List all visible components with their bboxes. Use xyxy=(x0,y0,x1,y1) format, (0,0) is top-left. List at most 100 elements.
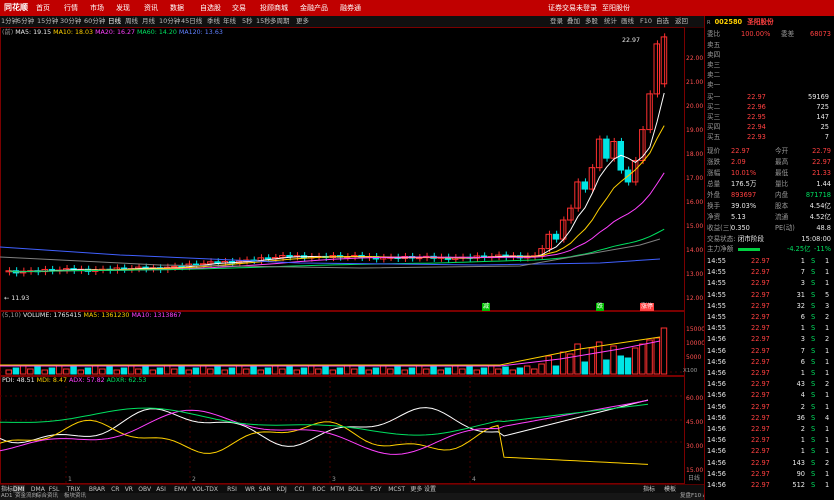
volume-bar xyxy=(322,366,329,375)
menu-item[interactable]: 资讯 xyxy=(144,0,158,16)
tick-row: 14:56 22.97 143 S 2 xyxy=(707,459,833,468)
tick-row: 14:56 22.97 512 S 1 xyxy=(707,481,833,490)
tick-direction: S xyxy=(811,481,816,489)
period-tab[interactable]: 多周期 xyxy=(270,16,290,27)
quote-row: 涨幅 10.01% 最低 21.33 xyxy=(707,169,833,178)
period-tab[interactable]: 60分钟 xyxy=(84,16,105,27)
tick-direction: S xyxy=(811,313,816,321)
tick-count: 5 xyxy=(825,290,830,299)
chart-tool-button[interactable]: 登录 xyxy=(550,16,563,27)
chart-tool-button[interactable]: 叠加 xyxy=(567,16,580,27)
status-tab[interactable]: 资金流向 xyxy=(15,493,37,500)
main-flow-label: 主力净额 xyxy=(707,245,734,253)
tick-direction: S xyxy=(811,301,816,310)
period-tab[interactable]: 年线 xyxy=(223,16,236,27)
tick-row: 14:55 22.97 32 S 3 xyxy=(707,302,833,311)
dmi-legend: PDI: 48.51 MDI: 8.47 ADX: 57.82 ADXR: 62… xyxy=(2,376,146,385)
menu-item[interactable]: 投顾商城 xyxy=(260,0,288,16)
volume-bar xyxy=(156,367,164,375)
price-axis-label: 19.00 xyxy=(686,127,704,134)
tick-count: 1 xyxy=(825,391,830,400)
status-tab[interactable]: AD1 xyxy=(1,493,13,500)
volume-bar xyxy=(199,365,207,375)
period-tab[interactable]: 15秒 xyxy=(256,16,271,27)
period-tab[interactable]: 30分钟 xyxy=(60,16,81,27)
bid-label: 买二 xyxy=(707,103,721,111)
tick-volume: 6 xyxy=(800,313,805,321)
period-tab[interactable]: 季线 xyxy=(207,16,220,27)
tick-time: 14:56 xyxy=(707,346,727,355)
menu-item[interactable]: 市场 xyxy=(90,0,104,16)
ask-label: 卖三 xyxy=(707,61,721,69)
ask-label: 卖一 xyxy=(707,81,721,89)
volume-bar xyxy=(178,366,185,375)
period-tab[interactable]: 5秒 xyxy=(242,16,253,27)
chart-tool-button[interactable]: 画线 xyxy=(621,16,634,27)
chart-tool-button[interactable]: 返回 xyxy=(675,16,688,27)
volume-bar xyxy=(379,365,387,375)
quote-label: 最高 xyxy=(775,158,789,166)
chart-tool-button[interactable]: F10 xyxy=(640,16,652,27)
period-tab[interactable]: 更多 xyxy=(296,16,309,27)
tick-direction: S xyxy=(811,369,816,377)
tick-direction: S xyxy=(811,357,816,366)
tick-count: 1 xyxy=(825,436,830,445)
stock-name[interactable]: 圣阳股份 xyxy=(747,18,773,26)
bid-volume: 25 xyxy=(820,123,829,131)
chart-tool-button[interactable]: 统计 xyxy=(604,16,617,27)
tick-time: 14:56 xyxy=(707,458,727,467)
period-tab[interactable]: 月线 xyxy=(142,16,155,27)
price-axis-label: 13.00 xyxy=(686,271,704,278)
menu-item[interactable]: 交易 xyxy=(232,0,246,16)
menu-item[interactable]: 行情 xyxy=(64,0,78,16)
menu-item[interactable]: 首页 xyxy=(36,0,50,16)
menu-item[interactable]: 自选股 xyxy=(200,0,221,16)
tick-count: 1 xyxy=(825,257,830,265)
date-mark: 1 xyxy=(68,476,72,483)
dmi-adxr: ADXR: 62.53 xyxy=(106,377,147,384)
menu-item[interactable]: 发现 xyxy=(116,0,130,16)
quote-label: PE(动) xyxy=(775,224,795,232)
signal-label: 涨停 xyxy=(640,303,655,311)
period-tab[interactable]: 1分钟 xyxy=(1,16,18,27)
legend-prefix: (前) xyxy=(2,29,14,36)
menu-right-item[interactable]: 证券交易未登录 xyxy=(548,0,597,16)
status-tab[interactable]: 板块资讯 xyxy=(64,493,86,500)
volume-bar xyxy=(91,365,99,375)
tick-price: 22.97 xyxy=(751,481,770,489)
menu-item[interactable]: 金融产品 xyxy=(300,0,328,16)
tick-price: 22.97 xyxy=(751,402,770,411)
period-tab[interactable]: 10分钟 xyxy=(159,16,180,27)
stock-chart[interactable] xyxy=(0,27,704,484)
volume-ma5: MA5: 1361230 xyxy=(83,312,130,319)
tick-time: 14:56 xyxy=(707,391,727,400)
ask-row: 卖五 xyxy=(707,41,833,50)
menu-item[interactable]: 数据 xyxy=(170,0,184,16)
tick-direction: S xyxy=(811,268,816,277)
tick-direction: S xyxy=(811,425,816,433)
dmi-pdi: PDI: 48.51 xyxy=(2,377,35,384)
tick-time: 14:56 xyxy=(707,413,727,422)
quote-value: 39.03% xyxy=(731,202,757,210)
period-tab[interactable]: 日线 xyxy=(108,16,121,27)
tick-row: 14:56 22.97 7 S 1 xyxy=(707,347,833,356)
tick-row: 14:55 22.97 1 S 1 xyxy=(707,257,833,266)
volume-bar xyxy=(48,367,56,375)
period-tab[interactable]: 5分钟 xyxy=(17,16,34,27)
volume-bar xyxy=(631,347,639,375)
menu-item[interactable]: 融券通 xyxy=(340,0,361,16)
weicha-label: 委差 xyxy=(781,30,795,38)
chart-tool-button[interactable]: 多股 xyxy=(585,16,598,27)
chart-tool-button[interactable]: 自选 xyxy=(656,16,669,27)
quote-value: 4.52亿 xyxy=(809,213,831,221)
tick-time: 14:56 xyxy=(707,380,727,389)
app-logo[interactable]: 同花顺 xyxy=(0,1,32,15)
period-tab[interactable]: 45日线 xyxy=(181,16,202,27)
tick-direction: S xyxy=(811,335,816,344)
status-tab[interactable]: 综合资讯 xyxy=(36,493,58,500)
period-tab[interactable]: 周线 xyxy=(125,16,138,27)
tick-row: 14:55 22.97 6 S 2 xyxy=(707,313,833,322)
menu-right-item[interactable]: 至阳股份 xyxy=(602,0,630,16)
tick-volume: 3 xyxy=(800,279,805,288)
period-tab[interactable]: 15分钟 xyxy=(37,16,58,27)
